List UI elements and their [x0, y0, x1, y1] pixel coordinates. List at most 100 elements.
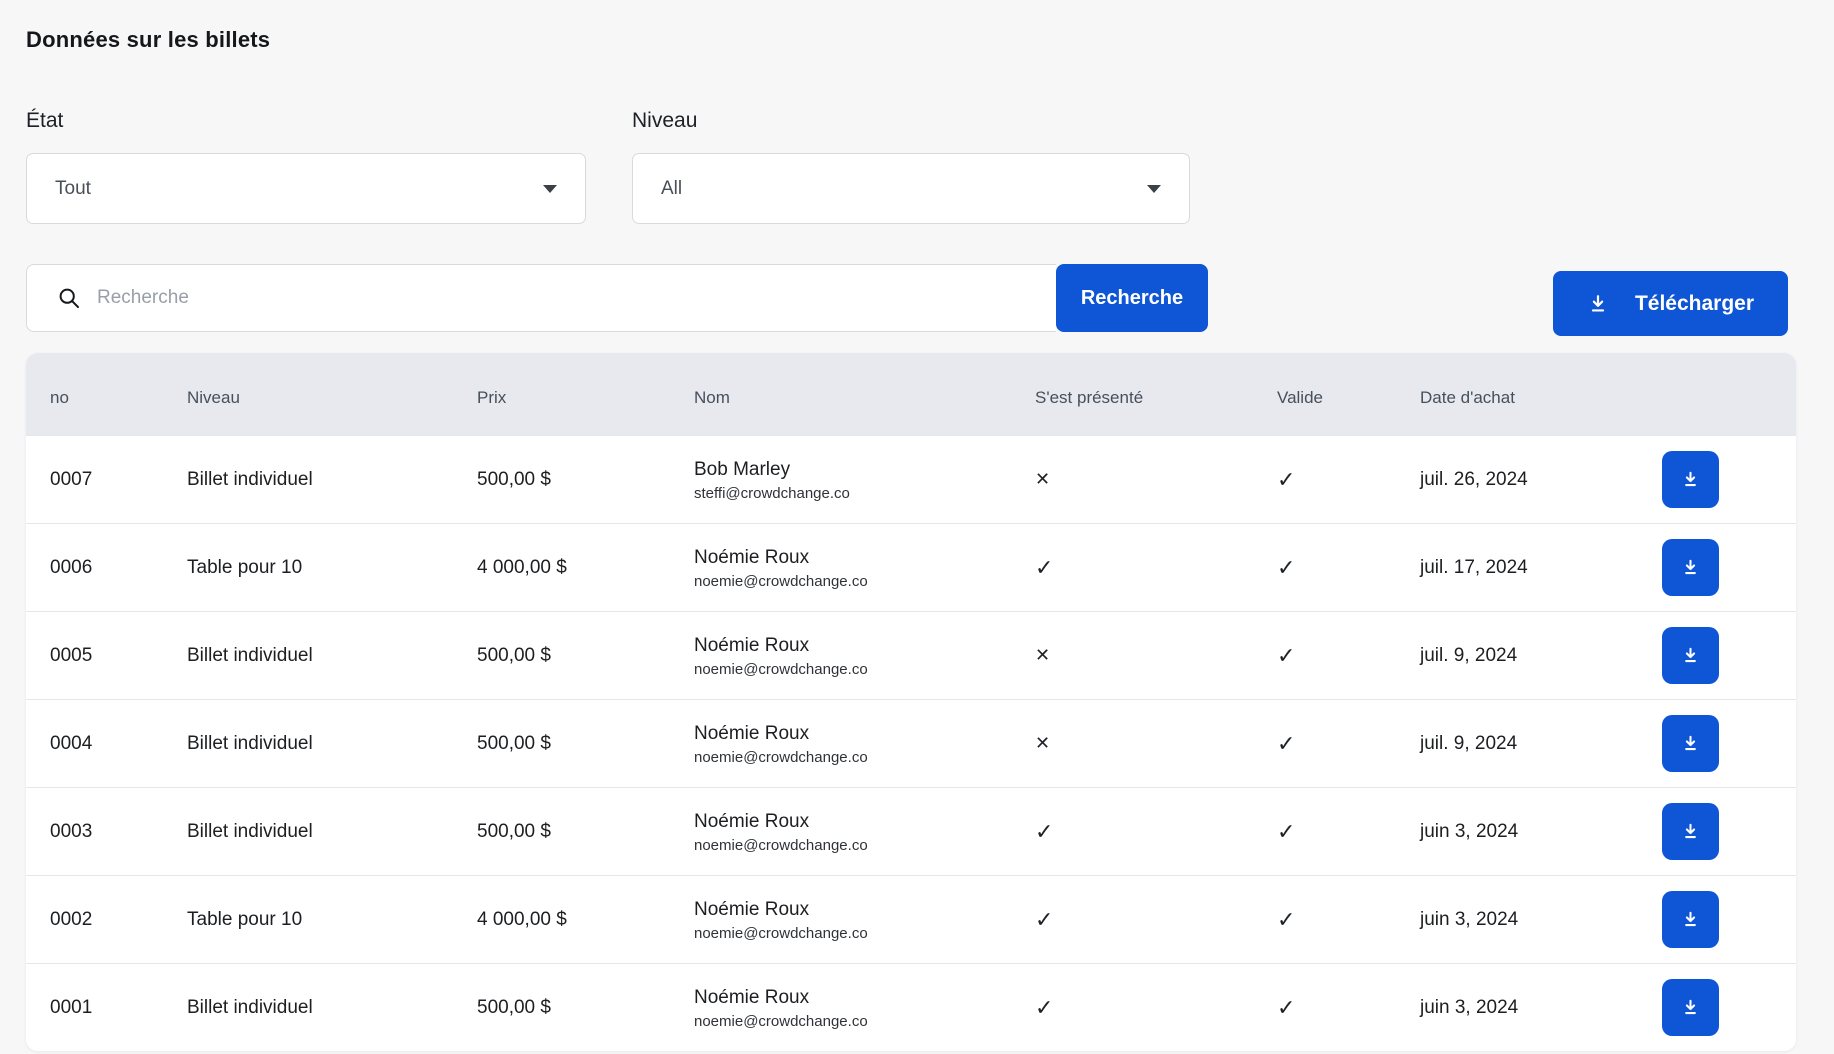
search-icon — [57, 286, 81, 310]
purchase-date: juin 3, 2024 — [1396, 909, 1616, 931]
buyer-cell: Noémie Roux noemie@crowdchange.co — [670, 634, 1011, 678]
ticket-number: 0001 — [26, 997, 163, 1019]
column-header-niveau: Niveau — [163, 380, 453, 408]
column-header-prix: Prix — [453, 380, 670, 408]
niveau-label: Niveau — [632, 108, 1190, 134]
ticket-level: Table pour 10 — [163, 557, 453, 579]
checked-in-mark: ✕ — [1011, 645, 1253, 666]
ticket-price: 500,00 $ — [453, 645, 670, 667]
row-download-button[interactable] — [1662, 451, 1719, 508]
tickets-page: Données sur les billets État Tout Niveau… — [0, 0, 1834, 1051]
ticket-level: Billet individuel — [163, 997, 453, 1019]
buyer-name: Noémie Roux — [694, 898, 1011, 922]
ticket-level: Billet individuel — [163, 645, 453, 667]
filter-etat: État Tout — [26, 108, 586, 224]
buyer-email: steffi@crowdchange.co — [694, 485, 1011, 502]
checked-in-mark: ✓ — [1011, 907, 1253, 933]
actions-cell — [1616, 627, 1796, 684]
buyer-name: Noémie Roux — [694, 546, 1011, 570]
ticket-level: Billet individuel — [163, 821, 453, 843]
caret-down-icon — [1147, 185, 1161, 193]
download-icon — [1681, 910, 1700, 929]
row-download-button[interactable] — [1662, 539, 1719, 596]
search-row: Recherche Télécharger — [26, 264, 1796, 336]
valid-mark: ✓ — [1253, 995, 1396, 1021]
table-row: 0006 Table pour 10 4 000,00 $ Noémie Rou… — [26, 523, 1796, 611]
ticket-level: Table pour 10 — [163, 909, 453, 931]
search-button[interactable]: Recherche — [1056, 264, 1208, 332]
buyer-cell: Noémie Roux noemie@crowdchange.co — [670, 546, 1011, 590]
buyer-cell: Noémie Roux noemie@crowdchange.co — [670, 722, 1011, 766]
ticket-price: 500,00 $ — [453, 733, 670, 755]
buyer-cell: Noémie Roux noemie@crowdchange.co — [670, 898, 1011, 942]
row-download-button[interactable] — [1662, 627, 1719, 684]
table-row: 0007 Billet individuel 500,00 $ Bob Marl… — [26, 435, 1796, 523]
table-row: 0001 Billet individuel 500,00 $ Noémie R… — [26, 963, 1796, 1051]
buyer-name: Noémie Roux — [694, 634, 1011, 658]
table-row: 0002 Table pour 10 4 000,00 $ Noémie Rou… — [26, 875, 1796, 963]
valid-mark: ✓ — [1253, 731, 1396, 757]
niveau-select[interactable]: All — [632, 153, 1190, 224]
valid-mark: ✓ — [1253, 555, 1396, 581]
table-row: 0005 Billet individuel 500,00 $ Noémie R… — [26, 611, 1796, 699]
column-header-no: no — [26, 380, 163, 408]
ticket-price: 4 000,00 $ — [453, 557, 670, 579]
page-title: Données sur les billets — [26, 27, 1796, 53]
ticket-number: 0005 — [26, 645, 163, 667]
download-button-label: Télécharger — [1635, 292, 1754, 316]
download-icon — [1681, 646, 1700, 665]
row-download-button[interactable] — [1662, 803, 1719, 860]
buyer-name: Noémie Roux — [694, 722, 1011, 746]
ticket-price: 500,00 $ — [453, 997, 670, 1019]
buyer-name: Bob Marley — [694, 458, 1011, 482]
etat-select-value: Tout — [55, 178, 91, 200]
buyer-email: noemie@crowdchange.co — [694, 573, 1011, 590]
column-header-nom: Nom — [670, 380, 1011, 408]
purchase-date: juil. 26, 2024 — [1396, 469, 1616, 491]
ticket-level: Billet individuel — [163, 733, 453, 755]
checked-in-mark: ✕ — [1011, 733, 1253, 754]
ticket-price: 500,00 $ — [453, 469, 670, 491]
download-icon — [1681, 734, 1700, 753]
download-icon — [1681, 470, 1700, 489]
buyer-name: Noémie Roux — [694, 810, 1011, 834]
buyer-cell: Bob Marley steffi@crowdchange.co — [670, 458, 1011, 502]
purchase-date: juil. 9, 2024 — [1396, 645, 1616, 667]
buyer-cell: Noémie Roux noemie@crowdchange.co — [670, 810, 1011, 854]
search-input[interactable] — [97, 287, 997, 309]
actions-cell — [1616, 891, 1796, 948]
ticket-number: 0006 — [26, 557, 163, 579]
valid-mark: ✓ — [1253, 467, 1396, 493]
caret-down-icon — [543, 185, 557, 193]
row-download-button[interactable] — [1662, 715, 1719, 772]
niveau-select-value: All — [661, 178, 682, 200]
ticket-number: 0004 — [26, 733, 163, 755]
actions-cell — [1616, 803, 1796, 860]
checked-in-mark: ✓ — [1011, 555, 1253, 581]
actions-cell — [1616, 979, 1796, 1036]
download-button[interactable]: Télécharger — [1553, 271, 1788, 336]
buyer-email: noemie@crowdchange.co — [694, 1013, 1011, 1030]
buyer-email: noemie@crowdchange.co — [694, 925, 1011, 942]
etat-select[interactable]: Tout — [26, 153, 586, 224]
ticket-number: 0003 — [26, 821, 163, 843]
etat-label: État — [26, 108, 586, 134]
column-header-date: Date d'achat — [1396, 380, 1616, 408]
buyer-email: noemie@crowdchange.co — [694, 749, 1011, 766]
filters: État Tout Niveau All — [26, 108, 1796, 224]
purchase-date: juil. 17, 2024 — [1396, 557, 1616, 579]
download-icon — [1681, 822, 1700, 841]
tickets-table: no Niveau Prix Nom S'est présenté Valide… — [26, 353, 1796, 1051]
filter-niveau: Niveau All — [632, 108, 1190, 224]
checked-in-mark: ✓ — [1011, 819, 1253, 845]
download-icon — [1681, 998, 1700, 1017]
row-download-button[interactable] — [1662, 979, 1719, 1036]
download-icon — [1681, 558, 1700, 577]
checked-in-mark: ✓ — [1011, 995, 1253, 1021]
table-row: 0003 Billet individuel 500,00 $ Noémie R… — [26, 787, 1796, 875]
search-box — [26, 264, 1056, 332]
row-download-button[interactable] — [1662, 891, 1719, 948]
ticket-number: 0002 — [26, 909, 163, 931]
purchase-date: juin 3, 2024 — [1396, 821, 1616, 843]
buyer-email: noemie@crowdchange.co — [694, 837, 1011, 854]
